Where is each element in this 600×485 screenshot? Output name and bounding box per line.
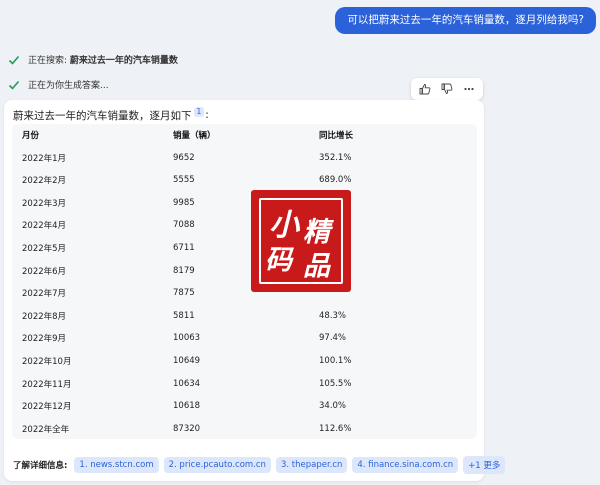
table-row: 2022年1月 9652 352.1% <box>12 147 477 169</box>
cell-sales: 8179 <box>173 265 195 276</box>
cell-month: 2022年全年 <box>22 424 70 435</box>
table-row: 2022年12月 10618 34.0% <box>12 395 477 417</box>
table-row: 2022年6月 8179 <box>12 260 477 282</box>
watermark-stamp: 小 精 码 品 <box>251 190 351 292</box>
cell-sales: 9652 <box>173 152 195 163</box>
user-message-bubble: 可以把蔚来过去一年的汽车销量数，逐月列给我吗? <box>335 7 596 34</box>
table-row: 2022年4月 7088 <box>12 214 477 236</box>
cell-month: 2022年11月 <box>22 379 72 390</box>
cell-yoy: 689.0% <box>319 175 352 186</box>
status-generating: 正在为你生成答案... <box>8 78 109 91</box>
status-generating-text: 正在为你生成答案... <box>28 81 109 91</box>
cell-yoy: 97.4% <box>319 333 347 344</box>
check-icon <box>8 55 20 65</box>
cell-month: 2022年3月 <box>22 198 67 209</box>
cell-month: 2022年2月 <box>22 176 67 187</box>
table-row: 2022年8月 5811 48.3% <box>12 305 477 327</box>
cell-sales: 7875 <box>173 288 195 299</box>
cell-yoy: 105.5% <box>319 378 352 389</box>
stamp-char-3: 码 <box>265 245 292 276</box>
table-row-total: 2022年全年 87320 112.6% <box>12 418 477 440</box>
cell-month: 2022年4月 <box>22 221 67 232</box>
answer-intro: 蔚来过去一年的汽车销量数，逐月如下 1 : <box>13 107 209 123</box>
table-row: 2022年9月 10063 97.4% <box>12 327 477 349</box>
learn-more-label: 了解详细信息: <box>13 461 68 471</box>
cell-sales: 6711 <box>173 243 195 253</box>
cell-yoy: 112.6% <box>319 423 352 434</box>
stamp-char-4: 品 <box>303 251 330 282</box>
cell-yoy: 100.1% <box>319 356 352 366</box>
user-message-text: 可以把蔚来过去一年的汽车销量数，逐月列给我吗? <box>347 14 584 26</box>
table-row: 2022年11月 10634 105.5% <box>12 373 477 395</box>
cell-month: 2022年12月 <box>22 402 72 413</box>
reaction-toolbar <box>411 78 483 100</box>
source-link-3[interactable]: 3. thepaper.cn <box>275 457 348 473</box>
learn-more-bar: 了解详细信息: 1. news.stcn.com 2. price.pcauto… <box>13 456 506 474</box>
cell-sales: 10063 <box>173 333 201 344</box>
status-search-query: 蔚来过去一年的汽车销量数 <box>69 56 178 66</box>
header-yoy: 同比增长 <box>319 131 354 141</box>
header-month: 月份 <box>22 131 40 141</box>
status-searching-prefix: 正在搜索: <box>28 56 70 66</box>
cell-month: 2022年1月 <box>22 153 67 164</box>
cell-sales: 10649 <box>173 356 201 366</box>
cell-month: 2022年6月 <box>22 266 67 277</box>
status-searching: 正在搜索: 蔚来过去一年的汽车销量数 <box>8 53 178 66</box>
cell-month: 2022年7月 <box>22 289 67 300</box>
table-header-row: 月份 销量（辆） 同比增长 <box>12 124 477 146</box>
answer-intro-text: 蔚来过去一年的汽车销量数，逐月如下 <box>13 109 192 122</box>
cell-yoy: 48.3% <box>319 310 347 321</box>
cell-month: 2022年9月 <box>22 334 67 345</box>
more-icon[interactable] <box>461 81 477 97</box>
check-icon <box>8 80 20 90</box>
source-link-4[interactable]: 4. finance.sina.com.cn <box>352 457 459 473</box>
answer-card: 蔚来过去一年的汽车销量数，逐月如下 1 : 月份 销量（辆） 同比增长 2022… <box>4 100 506 481</box>
sales-table: 月份 销量（辆） 同比增长 2022年1月 9652 352.1% 2022年2… <box>12 124 477 439</box>
cell-sales: 7088 <box>173 220 195 231</box>
answer-intro-suffix: : <box>205 109 209 121</box>
cell-sales: 5811 <box>173 310 195 321</box>
source-link-1[interactable]: 1. news.stcn.com <box>74 457 159 473</box>
table-row: 2022年7月 7875 <box>12 282 477 304</box>
cell-month: 2022年8月 <box>22 311 67 322</box>
more-sources-button[interactable]: +1 更多 <box>463 456 506 474</box>
cell-sales: 9985 <box>173 197 195 208</box>
cell-sales: 10634 <box>173 378 201 389</box>
thumbs-up-icon[interactable] <box>417 81 433 97</box>
table-row: 2022年3月 9985 <box>12 192 477 214</box>
cell-sales: 87320 <box>173 423 201 434</box>
header-sales: 销量（辆） <box>173 131 216 141</box>
cell-sales: 5555 <box>173 175 195 186</box>
table-row: 2022年10月 10649 100.1% <box>12 350 477 372</box>
citation-badge[interactable]: 1 <box>193 107 205 117</box>
cell-month: 2022年5月 <box>22 244 67 254</box>
source-link-2[interactable]: 2. price.pcauto.com.cn <box>163 457 271 473</box>
cell-yoy: 352.1% <box>319 152 352 163</box>
table-row: 2022年2月 5555 689.0% <box>12 169 477 191</box>
table-row: 2022年5月 6711 <box>12 237 477 259</box>
cell-sales: 10618 <box>173 401 201 412</box>
cell-yoy: 34.0% <box>319 401 347 412</box>
thumbs-down-icon[interactable] <box>439 81 455 97</box>
cell-month: 2022年10月 <box>22 357 72 367</box>
